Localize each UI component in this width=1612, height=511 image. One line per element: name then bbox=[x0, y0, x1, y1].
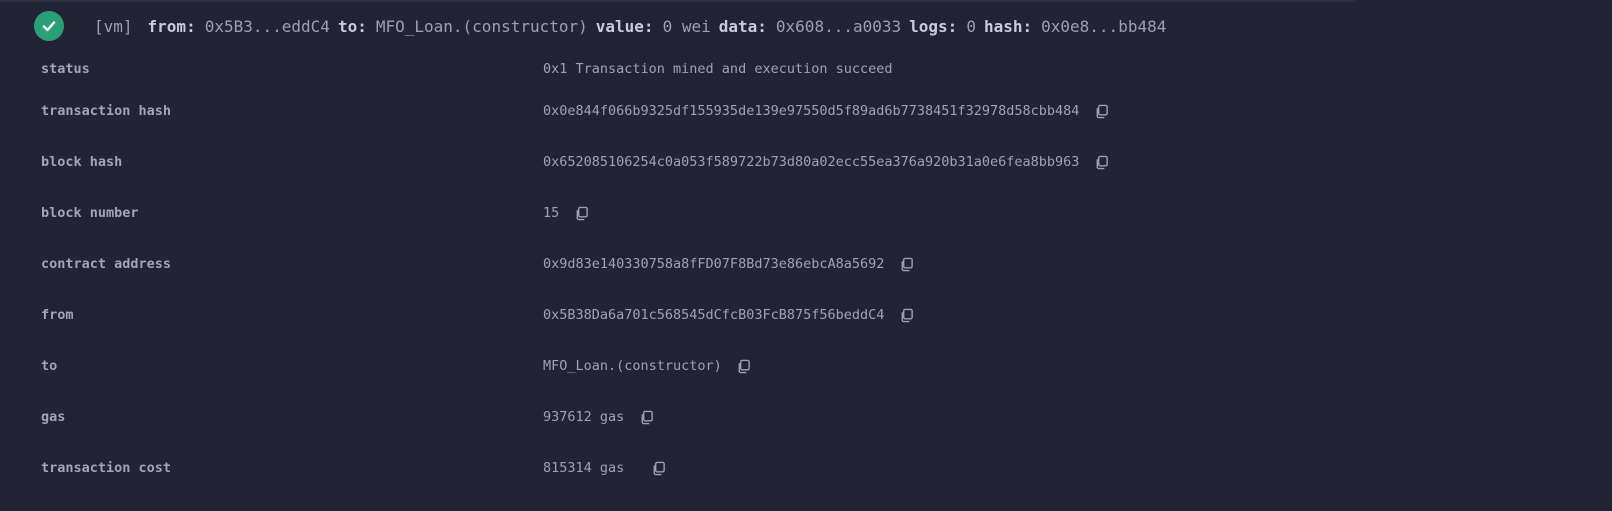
summary-data-label: data: bbox=[718, 16, 767, 36]
detail-label: to bbox=[41, 358, 58, 374]
detail-row-gas: gas 937612 gas bbox=[0, 405, 1612, 429]
detail-label: transaction hash bbox=[41, 103, 172, 119]
copy-icon[interactable] bbox=[736, 358, 752, 374]
summary-from-value: 0x5B3...eddC4 bbox=[204, 16, 330, 36]
detail-label: status bbox=[41, 61, 90, 77]
detail-row-transaction-hash: transaction hash 0x0e844f066b9325df15593… bbox=[0, 99, 1612, 123]
detail-value: 815314 gas bbox=[543, 460, 625, 476]
copy-icon[interactable] bbox=[1093, 154, 1109, 170]
summary-data-value: 0x608...a0033 bbox=[775, 16, 902, 36]
detail-row-to: to MFO_Loan.(constructor) bbox=[0, 354, 1612, 378]
detail-row-contract-address: contract address 0x9d83e140330758a8fFD07… bbox=[0, 252, 1612, 276]
detail-value: 0x0e844f066b9325df155935de139e97550d5f89… bbox=[543, 103, 1080, 119]
detail-label: gas bbox=[41, 409, 66, 425]
copy-icon[interactable] bbox=[638, 409, 654, 425]
detail-row-transaction-cost: transaction cost 815314 gas bbox=[0, 456, 1612, 480]
top-divider bbox=[0, 0, 1355, 2]
summary-from-label: from: bbox=[147, 16, 196, 36]
detail-value: 0x652085106254c0a053f589722b73d80a02ecc5… bbox=[543, 154, 1080, 170]
transaction-summary[interactable]: [vm] from: 0x5B3...eddC4 to: MFO_Loan.(c… bbox=[34, 10, 1174, 42]
copy-icon[interactable] bbox=[573, 205, 589, 221]
summary-logs-value: 0 bbox=[966, 16, 976, 36]
detail-value: 0x9d83e140330758a8fFD07F8Bd73e86ebcA8a56… bbox=[543, 256, 885, 272]
copy-icon[interactable] bbox=[1093, 103, 1109, 119]
summary-hash-label: hash: bbox=[983, 16, 1033, 36]
detail-row-from: from 0x5B38Da6a701c568545dCfcB03FcB875f5… bbox=[0, 303, 1612, 327]
detail-value: 0x1 Transaction mined and execution succ… bbox=[543, 61, 893, 77]
summary-to-label: to: bbox=[337, 16, 367, 36]
environment-tag: [vm] bbox=[94, 16, 133, 36]
copy-icon[interactable] bbox=[898, 256, 914, 272]
detail-value: 0x5B38Da6a701c568545dCfcB03FcB875f56bedd… bbox=[543, 307, 885, 323]
summary-logs-label: logs: bbox=[909, 16, 958, 36]
detail-row-block-number: block number 15 bbox=[0, 201, 1612, 225]
copy-icon[interactable] bbox=[650, 460, 666, 476]
detail-label: from bbox=[41, 307, 74, 323]
detail-row-block-hash: block hash 0x652085106254c0a053f589722b7… bbox=[0, 150, 1612, 174]
detail-label: block hash bbox=[41, 154, 123, 170]
summary-value-value: 0 wei bbox=[662, 16, 711, 36]
detail-label: transaction cost bbox=[41, 460, 172, 476]
detail-value: 15 bbox=[543, 205, 560, 221]
detail-value: MFO_Loan.(constructor) bbox=[543, 358, 722, 374]
success-check-icon bbox=[34, 11, 64, 41]
summary-hash-value: 0x0e8...bb484 bbox=[1041, 16, 1167, 36]
copy-icon[interactable] bbox=[898, 307, 914, 323]
detail-label: contract address bbox=[41, 256, 172, 272]
detail-row-status: status 0x1 Transaction mined and executi… bbox=[0, 57, 1612, 81]
summary-value-label: value: bbox=[595, 16, 654, 36]
detail-label: block number bbox=[41, 205, 139, 221]
detail-value: 937612 gas bbox=[543, 409, 625, 425]
summary-to-value: MFO_Loan.(constructor) bbox=[375, 16, 588, 36]
